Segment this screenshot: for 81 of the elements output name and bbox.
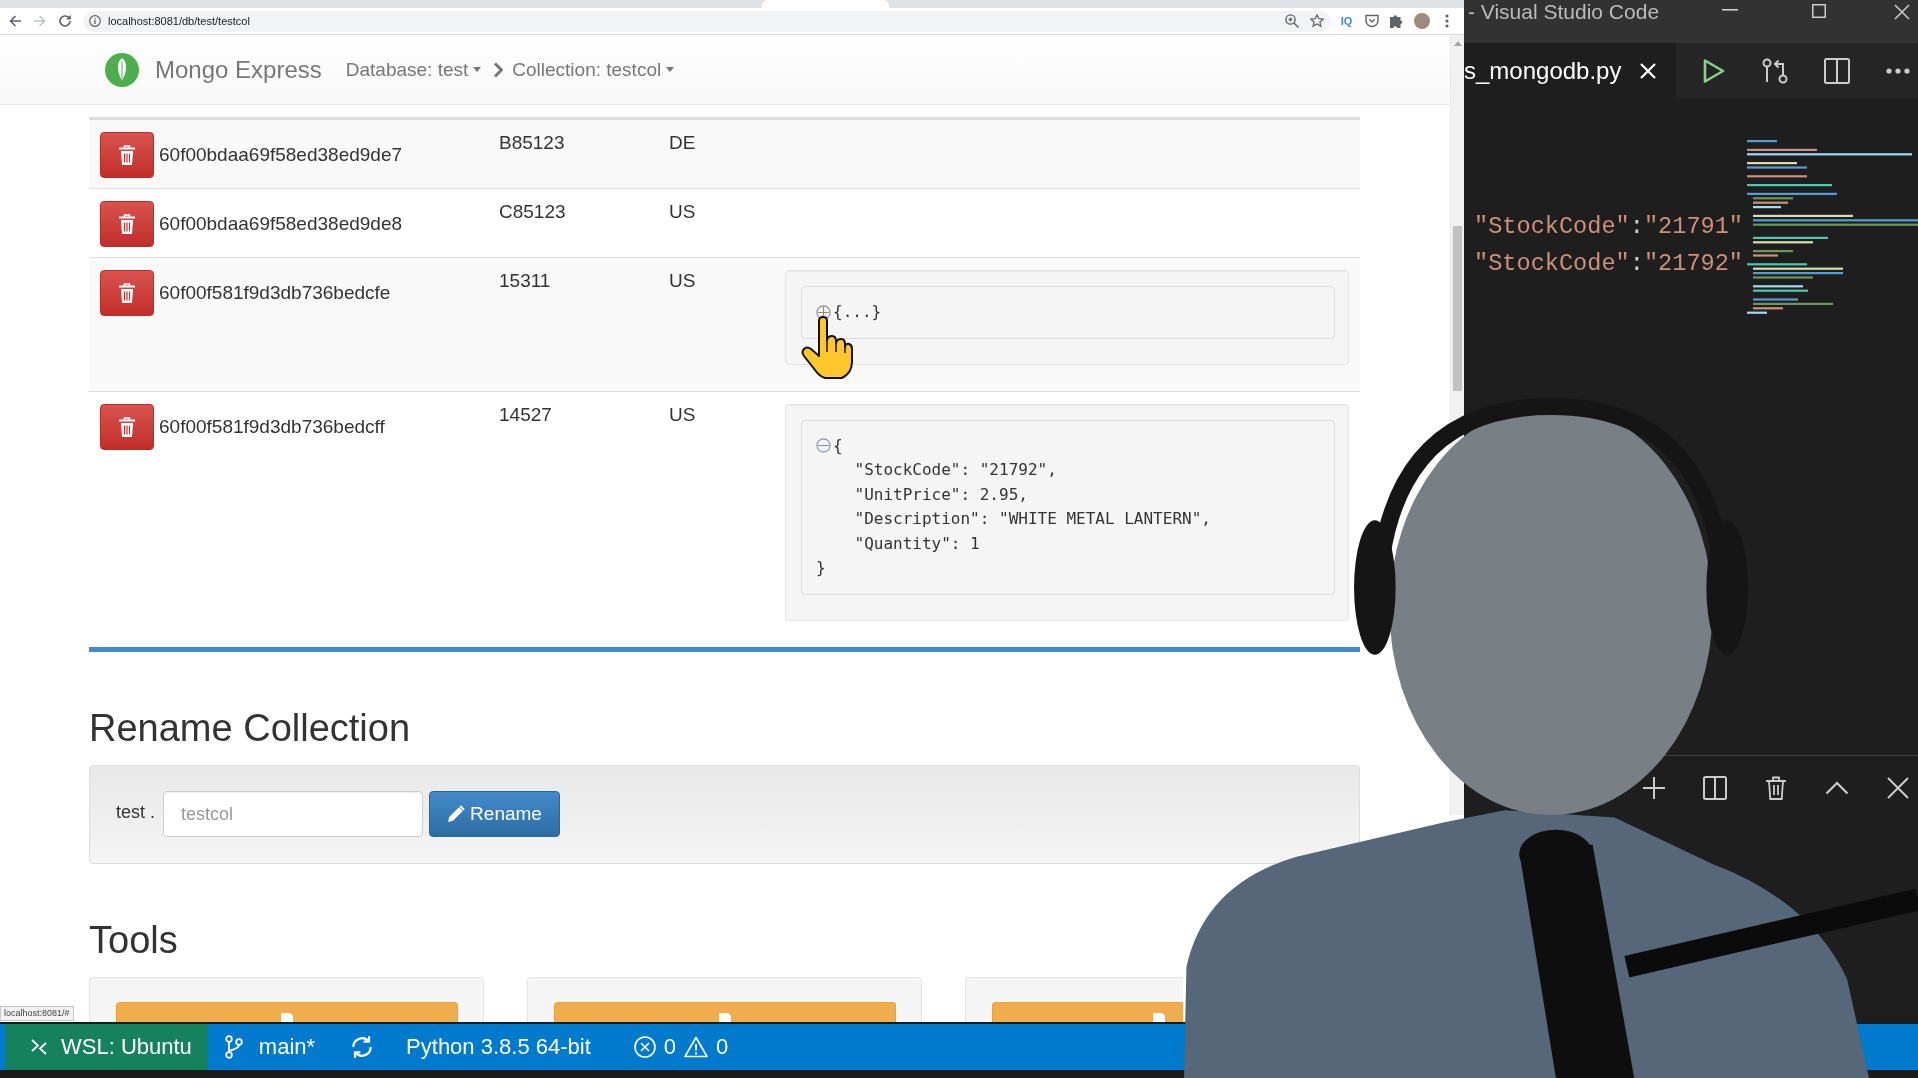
branch-button[interactable]: main* — [224, 1024, 316, 1070]
delete-button[interactable] — [100, 132, 154, 178]
database-label: test . — [116, 801, 155, 823]
leaf-logo-icon — [105, 52, 139, 87]
collection-input[interactable]: testcol — [163, 791, 423, 837]
info-icon[interactable] — [89, 15, 101, 27]
json-line: "Quantity": 1 — [854, 532, 980, 555]
section-heading: Tools — [89, 919, 178, 961]
back-arrow-icon[interactable] — [8, 14, 22, 28]
problems-button[interactable]: 0 0 — [633, 1024, 729, 1070]
document-id: 60f00f581f9d3db736bedcff — [159, 415, 385, 438]
table-cell: US — [669, 270, 696, 291]
zoom-icon[interactable] — [1285, 14, 1299, 28]
document-id: 60f00bdaa69f58ed38ed9de7 — [159, 144, 403, 166]
shield-icon[interactable] — [1364, 14, 1379, 28]
menu-icon[interactable] — [1444, 14, 1449, 28]
url-text: localhost:8081/db/test/testcol — [108, 15, 250, 27]
table-cell: C85123 — [499, 201, 566, 222]
split-icon[interactable] — [1703, 776, 1727, 800]
avatar-icon[interactable] — [1413, 13, 1430, 29]
table-cell: 14527 — [499, 403, 552, 425]
section-heading: Rename Collection — [89, 707, 411, 749]
split-editor-icon[interactable] — [1824, 57, 1850, 84]
window-title: - Visual Studio Code — [1468, 0, 1660, 24]
json-line: } — [816, 557, 826, 579]
caret-icon — [473, 67, 482, 72]
editor-tab[interactable]: s_mongodb.py — [1464, 43, 1676, 98]
delete-button[interactable] — [100, 201, 154, 247]
close-icon[interactable] — [1894, 4, 1910, 20]
breadcrumb-dropdown[interactable]: Collection: testcol — [512, 58, 675, 81]
error-count: 0 — [663, 1034, 677, 1060]
chevron-up-icon[interactable] — [1825, 781, 1849, 795]
delete-button[interactable] — [100, 403, 154, 450]
json-line: "Description": "WHITE METAL LANTERN", — [854, 508, 1211, 530]
json-line: "UnitPrice": 2.95, — [854, 483, 1028, 506]
pencil-icon — [447, 805, 466, 823]
code-line: "StockCode":"21792" — [1474, 249, 1744, 279]
trash-icon — [119, 214, 135, 234]
bookmark-star-icon[interactable] — [1310, 14, 1324, 28]
reload-icon[interactable] — [58, 14, 72, 28]
puzzle-icon[interactable] — [1389, 14, 1404, 28]
code-line: "StockCode":"21791" — [1474, 212, 1744, 242]
table-cell: US — [669, 201, 696, 222]
trash-icon — [119, 145, 135, 165]
remote-icon — [31, 1039, 47, 1055]
scroll-thumb[interactable] — [1453, 226, 1462, 391]
trash-icon — [119, 283, 135, 303]
close-icon[interactable] — [1886, 776, 1910, 800]
error-icon — [633, 1036, 656, 1058]
link-preview: localhost:8081/# — [0, 1006, 74, 1021]
extension-button[interactable]: IQ — [1340, 14, 1353, 28]
address-bar[interactable]: localhost:8081/db/test/testcol — [83, 10, 1331, 32]
maximize-icon[interactable] — [1812, 4, 1826, 18]
table-cell: B85123 — [499, 132, 565, 153]
document-id: 60f00f581f9d3db736bedcfe — [159, 282, 391, 304]
table-cell: DE — [669, 132, 696, 153]
json-line: {...} — [833, 301, 882, 323]
branch-icon — [224, 1035, 243, 1059]
trash-icon — [119, 416, 135, 437]
document-id: 60f00bdaa69f58ed38ed9de8 — [159, 213, 403, 235]
caret-icon — [666, 67, 675, 72]
git-compare-icon[interactable] — [1762, 57, 1788, 84]
warning-icon — [684, 1036, 709, 1058]
delete-button[interactable] — [100, 270, 154, 316]
table-cell: 15311 — [499, 270, 551, 291]
rename-button[interactable]: Rename — [429, 791, 560, 837]
more-icon[interactable] — [1886, 67, 1910, 74]
json-line: { — [833, 434, 843, 457]
trash-icon[interactable] — [1764, 776, 1788, 800]
json-line: "StockCode": "21792", — [854, 459, 1057, 481]
interpreter-button[interactable]: Python 3.8.5 64-bit — [406, 1024, 591, 1070]
remote-indicator[interactable]: WSL: Ubuntu — [6, 1024, 208, 1070]
breadcrumb-dropdown[interactable]: Database: test — [345, 58, 482, 81]
minus-circle-icon[interactable] — [816, 438, 831, 454]
table-cell: US — [669, 403, 696, 425]
brand-link[interactable]: Mongo Express — [155, 55, 322, 84]
run-icon[interactable] — [1702, 57, 1726, 84]
chevron-right-icon — [493, 61, 504, 78]
plus-icon[interactable] — [1642, 776, 1666, 800]
warning-count: 0 — [716, 1034, 729, 1060]
plus-circle-icon[interactable] — [816, 304, 831, 320]
